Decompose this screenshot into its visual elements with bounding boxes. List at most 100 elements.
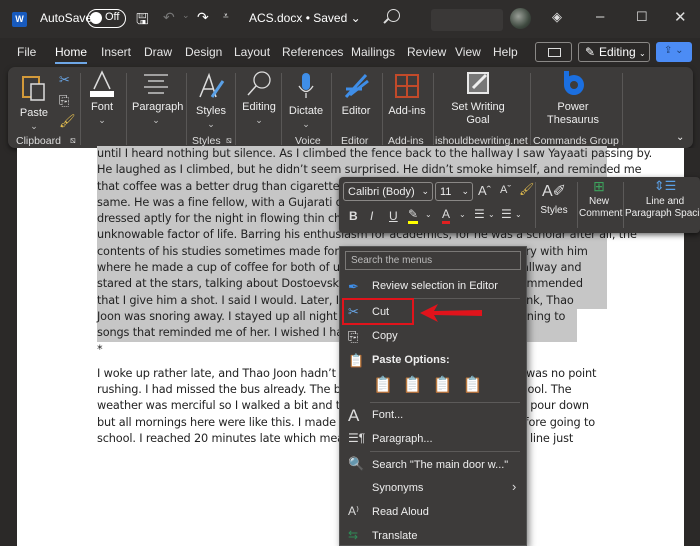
chevron-down-icon: ⌄ — [30, 121, 38, 131]
dialog-launcher-icon[interactable]: ⧅ — [70, 135, 76, 146]
highlight-icon[interactable]: ✎ — [408, 207, 419, 224]
customize-icon[interactable]: ⩡ — [223, 11, 229, 22]
chevron-down-icon: ⌄ — [255, 115, 263, 125]
cut-icon[interactable]: ✂ — [59, 73, 70, 86]
menu-item-review-editor[interactable]: Review selection in Editor — [372, 280, 498, 292]
chevron-down-icon[interactable]: ⌄ — [488, 210, 495, 219]
redo-icon[interactable]: ↷ — [197, 9, 209, 26]
italic-icon[interactable]: I — [370, 209, 373, 223]
font-name-select[interactable]: Calibri (Body) ⌄ — [343, 182, 433, 201]
menu-item-read-aloud[interactable]: Read Aloud — [372, 506, 429, 518]
tab-review[interactable]: Review — [407, 45, 446, 59]
chevron-right-icon: › — [512, 479, 517, 494]
find-icon — [247, 71, 271, 96]
editor-icon: ✒ — [348, 279, 359, 294]
menu-item-paste-options: Paste Options: — [372, 354, 450, 366]
minimize-icon[interactable]: – — [596, 8, 604, 25]
tab-help[interactable]: Help — [493, 45, 518, 59]
tab-view[interactable]: View — [455, 45, 481, 59]
comments-button[interactable] — [535, 42, 572, 62]
font-color-icon[interactable]: A — [442, 207, 451, 224]
diamond-icon[interactable]: ◈ — [552, 9, 562, 25]
line-spacing-icon: ⇕☰ — [653, 180, 677, 193]
divider — [235, 73, 236, 145]
numbering-icon[interactable]: ☰ — [501, 207, 512, 221]
tab-references[interactable]: References — [282, 45, 343, 59]
bullets-icon[interactable]: ☰ — [474, 207, 485, 221]
close-icon[interactable]: ✕ — [674, 8, 687, 26]
underline-icon[interactable]: U — [389, 209, 398, 223]
font-size-select[interactable]: 11 ⌄ — [435, 182, 473, 201]
bold-icon[interactable]: B — [349, 209, 358, 223]
account-name-blurred — [431, 9, 503, 31]
menu-item-paragraph[interactable]: Paragraph... — [372, 433, 433, 445]
paste-merge-icon[interactable]: 📋 — [403, 375, 423, 395]
chevron-down-icon[interactable]: ⌄ — [425, 210, 432, 219]
shrink-font-icon[interactable]: Aˇ — [500, 184, 511, 196]
format-painter-icon[interactable]: 🖌 — [519, 182, 534, 196]
menu-search-input[interactable]: Search the menus — [345, 251, 521, 270]
chevron-down-icon[interactable]: ⌄ — [459, 210, 466, 219]
paste-button[interactable]: Paste ⌄ — [18, 73, 50, 133]
styles-button[interactable]: Styles ⌄ — [193, 71, 229, 131]
chevron-down-icon: ⌄ — [421, 186, 429, 196]
editor-icon — [344, 73, 369, 99]
paste-keep-source-icon[interactable]: 📋 — [373, 375, 393, 395]
format-painter-icon[interactable]: 🖌 — [59, 114, 76, 127]
power-thesaurus-button[interactable]: Power Thesaurus — [543, 69, 603, 127]
tab-mailings[interactable]: Mailings — [351, 45, 395, 59]
menu-item-font[interactable]: Font... — [372, 409, 403, 421]
paste-text-only-icon[interactable]: 📋 — [463, 375, 483, 395]
tab-layout[interactable]: Layout — [234, 45, 270, 59]
tab-home[interactable]: Home — [55, 45, 88, 64]
search-icon[interactable] — [387, 9, 400, 22]
line-spacing-button[interactable]: ⇕☰ Line and Paragraph Spacing — [625, 180, 700, 220]
menu-item-copy[interactable]: Copy — [372, 330, 398, 342]
new-comment-button[interactable]: ⊞ New Comment — [579, 179, 622, 220]
paragraph-label: Paragraph — [132, 101, 184, 113]
editing-button[interactable]: Editing ⌄ — [239, 69, 279, 127]
save-icon[interactable]: 🖫 — [136, 9, 149, 34]
maximize-icon[interactable]: ☐ — [636, 9, 648, 25]
styles-mini-button[interactable]: A✐ Styles — [539, 181, 569, 216]
chevron-down-icon[interactable]: ⌄ — [515, 210, 522, 219]
divider — [80, 73, 81, 145]
paste-picture-icon[interactable]: 📋 — [433, 375, 453, 395]
undo-icon[interactable]: ↶ — [163, 9, 175, 26]
cut-highlight-box — [342, 298, 414, 325]
avatar[interactable] — [510, 8, 531, 29]
paste-icon — [22, 76, 45, 101]
menu-item-search[interactable]: Search "The main door w..." — [372, 459, 508, 471]
share-icon: ⇪ ⌄ — [664, 45, 684, 56]
document-title[interactable]: ACS.docx • Saved ⌄ — [249, 11, 361, 25]
writing-goal-label-2: Goal — [466, 114, 490, 126]
autosave-toggle[interactable]: Off — [87, 9, 126, 28]
editing-mode-button[interactable]: ✎ Editing ⌄ — [578, 42, 650, 62]
paste-options-row: 📋 📋 📋 📋 — [373, 375, 483, 395]
share-button[interactable]: ⇪ ⌄ — [656, 42, 692, 62]
tab-insert[interactable]: Insert — [101, 45, 131, 59]
menu-item-synonyms[interactable]: Synonyms — [372, 482, 423, 494]
divider — [186, 73, 187, 145]
font-button[interactable]: Font ⌄ — [85, 69, 119, 127]
font-size-value: 11 — [440, 186, 452, 198]
menu-item-translate[interactable]: Translate — [372, 530, 417, 542]
menu-separator — [370, 402, 520, 403]
tab-design[interactable]: Design — [185, 45, 222, 59]
editor-button[interactable]: Editor — [336, 71, 376, 118]
undo-dropdown-icon[interactable]: ⌄ — [182, 10, 190, 21]
tab-draw[interactable]: Draw — [144, 45, 172, 59]
set-writing-goal-button[interactable]: Set Writing Goal — [448, 69, 508, 127]
copy-icon[interactable]: ⎘ — [59, 94, 69, 107]
paragraph-button[interactable]: Paragraph ⌄ — [132, 71, 184, 127]
divider — [433, 73, 434, 145]
addins-button[interactable]: Add-ins — [386, 71, 428, 118]
grow-font-icon[interactable]: Aˆ — [478, 183, 491, 198]
dialog-launcher-icon[interactable]: ⧅ — [226, 135, 232, 146]
dictate-button[interactable]: Dictate ⌄ — [288, 71, 324, 131]
editing-label: Editing — [242, 101, 276, 113]
divider — [622, 73, 623, 145]
ribbon-collapse-icon[interactable]: ⌄ — [676, 131, 684, 144]
chevron-down-icon: ⌄ — [461, 186, 469, 196]
tab-file[interactable]: File — [17, 45, 36, 59]
